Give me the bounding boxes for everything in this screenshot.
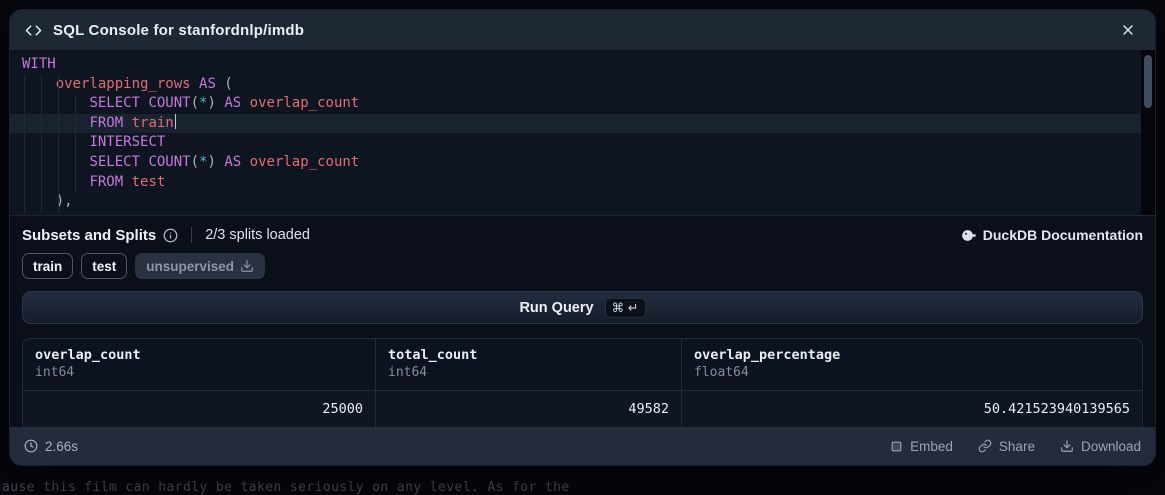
indent-guide (58, 75, 59, 213)
run-query-button[interactable]: Run Query ⌘ ↵ (22, 291, 1143, 324)
duckdb-docs-label: DuckDB Documentation (983, 227, 1143, 243)
code-line[interactable]: FROM test (10, 173, 1155, 193)
split-label: unsupervised (146, 259, 234, 274)
footer-actions: Embed Share Download (890, 439, 1141, 454)
action-label: Embed (910, 439, 953, 454)
column-name: total_count (388, 347, 669, 363)
results-table: overlap_countint64total_countint64overla… (22, 338, 1143, 427)
code-line[interactable]: ), (10, 192, 1155, 212)
table-row: 250004958250.421523940139565 (23, 391, 1142, 427)
results-body: 250004958250.421523940139565 (23, 391, 1142, 427)
duckdb-docs-link[interactable]: DuckDB Documentation (961, 227, 1143, 243)
splits-loaded-status: 2/3 splits loaded (205, 227, 310, 243)
splits-row: train test unsupervised (22, 253, 1143, 279)
split-label: train (33, 259, 62, 274)
column-header-total_count[interactable]: total_count int64 (376, 339, 682, 390)
query-duration: 2.66s (24, 439, 78, 454)
modal-footer: 2.66s Embed Share Download (10, 427, 1155, 465)
subsets-title: Subsets and Splits (22, 227, 156, 244)
run-query-label: Run Query (519, 300, 593, 316)
embed-icon (890, 440, 903, 453)
column-name: overlap_count (35, 347, 363, 363)
modal-header: SQL Console for stanfordnlp/imdb (10, 10, 1155, 50)
column-type: int64 (388, 365, 669, 380)
column-header-overlap_percentage[interactable]: overlap_percentage float64 (682, 339, 1142, 390)
modal-content: Subsets and Splits 2/3 splits loaded Duc… (10, 216, 1155, 427)
split-button-test[interactable]: test (81, 253, 127, 279)
editor-scrollbar[interactable] (1141, 50, 1155, 215)
code-line[interactable]: SELECT COUNT(*) AS overlap_count (10, 153, 1155, 173)
duckdb-icon (961, 228, 976, 243)
code-line[interactable]: FROM train (10, 114, 1155, 134)
clock-icon (24, 439, 38, 453)
indent-guide (75, 95, 76, 193)
action-label: Download (1081, 439, 1141, 454)
code-line[interactable]: WITH (10, 55, 1155, 75)
divider (191, 227, 192, 243)
indent-guide (24, 75, 25, 213)
link-icon (978, 439, 992, 453)
column-type: float64 (694, 365, 1130, 380)
sql-editor[interactable]: WITH overlapping_rows AS ( SELECT COUNT(… (10, 50, 1155, 216)
code-area: WITH overlapping_rows AS ( SELECT COUNT(… (10, 55, 1155, 212)
table-cell: 49582 (376, 391, 682, 427)
code-line[interactable]: overlapping_rows AS ( (10, 75, 1155, 95)
table-cell: 50.421523940139565 (682, 391, 1142, 427)
code-line[interactable]: INTERSECT (10, 133, 1155, 153)
table-cell: 25000 (23, 391, 376, 427)
download-icon (240, 259, 254, 273)
text-cursor (175, 114, 177, 129)
download-icon (1060, 439, 1074, 453)
code-icon (25, 22, 42, 39)
sql-console-modal: SQL Console for stanfordnlp/imdb WITH ov… (10, 10, 1155, 465)
subsets-row: Subsets and Splits 2/3 splits loaded Duc… (22, 222, 1143, 248)
column-header-overlap_count[interactable]: overlap_count int64 (23, 339, 376, 390)
info-icon[interactable] (163, 228, 178, 243)
scrollbar-thumb[interactable] (1144, 55, 1152, 108)
page: { "page": { "background_text": "ause thi… (0, 0, 1165, 488)
download-button[interactable]: Download (1060, 439, 1141, 454)
column-name: overlap_percentage (694, 347, 1130, 363)
indent-guide (41, 75, 42, 213)
results-header: overlap_countint64total_countint64overla… (23, 339, 1142, 391)
action-label: Share (999, 439, 1035, 454)
keyboard-shortcut-badge: ⌘ ↵ (605, 298, 646, 318)
column-type: int64 (35, 365, 363, 380)
code-line[interactable]: SELECT COUNT(*) AS overlap_count (10, 94, 1155, 114)
embed-button[interactable]: Embed (890, 439, 953, 454)
share-button[interactable]: Share (978, 439, 1035, 454)
close-icon (1120, 22, 1136, 38)
split-button-unsupervised[interactable]: unsupervised (135, 253, 265, 279)
modal-title: SQL Console for stanfordnlp/imdb (53, 22, 304, 39)
split-button-train[interactable]: train (22, 253, 73, 279)
close-button[interactable] (1116, 18, 1140, 42)
duration-value: 2.66s (45, 439, 78, 454)
split-label: test (92, 259, 116, 274)
